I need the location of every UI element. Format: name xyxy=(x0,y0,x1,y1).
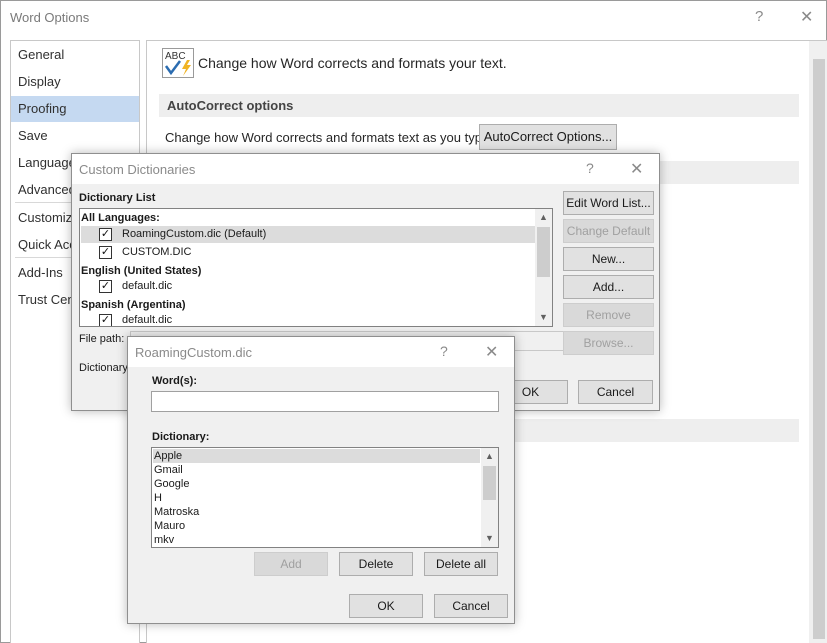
cancel-button[interactable]: Cancel xyxy=(434,594,508,618)
browse-button: Browse... xyxy=(563,331,654,355)
add-word-button: Add xyxy=(254,552,328,576)
list-item[interactable]: Google xyxy=(153,477,480,491)
scrollbar-thumb[interactable] xyxy=(813,59,825,639)
delete-word-button[interactable]: Delete xyxy=(339,552,413,576)
words-label: Word(s): xyxy=(152,375,198,387)
scroll-up-icon[interactable]: ▲ xyxy=(535,209,552,226)
dictionary-name: RoamingCustom.dic (Default) xyxy=(122,228,267,240)
scroll-down-icon[interactable]: ▼ xyxy=(535,309,552,326)
scroll-up-icon[interactable]: ▲ xyxy=(481,448,498,465)
scrollbar-thumb[interactable] xyxy=(537,227,550,277)
add-dictionary-button[interactable]: Add... xyxy=(563,275,654,299)
nav-item-display[interactable]: Display xyxy=(11,69,139,95)
help-icon[interactable]: ? xyxy=(440,343,448,359)
change-default-button: Change Default xyxy=(563,219,654,243)
autocorrect-options-button[interactable]: AutoCorrect Options... xyxy=(479,124,617,150)
nav-item-general[interactable]: General xyxy=(11,42,139,68)
list-item[interactable]: Matroska xyxy=(153,505,480,519)
list-item[interactable]: mkv xyxy=(153,533,480,547)
list-scrollbar[interactable]: ▲ ▼ xyxy=(481,448,498,547)
close-icon[interactable]: ✕ xyxy=(800,7,813,27)
dialog-titlebar: Custom Dictionaries ? ✕ xyxy=(72,154,659,184)
abc-check-icon: ABC xyxy=(162,48,194,78)
help-icon[interactable]: ? xyxy=(755,8,763,25)
dialog-title: Custom Dictionaries xyxy=(79,162,196,177)
group-label: English (United States) xyxy=(81,265,202,277)
group-label: All Languages: xyxy=(81,212,160,224)
dialog-title: RoamingCustom.dic xyxy=(135,345,253,360)
dictionary-name: default.dic xyxy=(122,280,173,292)
nav-item-save[interactable]: Save xyxy=(11,123,139,149)
window-title: Word Options xyxy=(10,10,90,25)
close-icon[interactable]: ✕ xyxy=(630,159,643,179)
cancel-button[interactable]: Cancel xyxy=(578,380,653,404)
ok-button[interactable]: OK xyxy=(349,594,423,618)
svg-text:ABC: ABC xyxy=(165,51,186,62)
file-path-label: File path: xyxy=(79,333,125,345)
scrollbar-thumb[interactable] xyxy=(483,466,496,500)
scroll-down-icon[interactable]: ▼ xyxy=(481,530,498,547)
autocorrect-label: Change how Word corrects and formats tex… xyxy=(165,130,493,145)
list-scrollbar[interactable]: ▲ ▼ xyxy=(535,209,552,326)
group-label: Spanish (Argentina) xyxy=(81,299,186,311)
autocorrect-section-header: AutoCorrect options xyxy=(159,94,799,117)
dictionary-name: default.dic xyxy=(122,314,173,326)
delete-all-button[interactable]: Delete all xyxy=(424,552,498,576)
dictionary-list[interactable]: All Languages: ✓ RoamingCustom.dic (Defa… xyxy=(79,208,553,327)
new-dictionary-button[interactable]: New... xyxy=(563,247,654,271)
dictionary-checkbox[interactable]: ✓ xyxy=(99,246,112,259)
dictionary-words-list[interactable]: Apple Gmail Google H Matroska Mauro mkv … xyxy=(151,447,499,548)
remove-dictionary-button: Remove xyxy=(563,303,654,327)
dictionary-checkbox[interactable]: ✓ xyxy=(99,314,112,326)
words-input[interactable] xyxy=(151,391,499,412)
list-item[interactable]: Apple xyxy=(153,449,480,463)
main-scrollbar[interactable] xyxy=(809,41,827,643)
dictionary-name: CUSTOM.DIC xyxy=(122,246,192,258)
dictionary-list-label: Dictionary List xyxy=(79,192,156,204)
list-group-header: All Languages: xyxy=(81,210,160,227)
edit-word-list-button[interactable]: Edit Word List... xyxy=(563,191,654,215)
list-item[interactable]: H xyxy=(153,491,480,505)
proofing-header: Change how Word corrects and formats you… xyxy=(198,55,507,71)
close-icon[interactable]: ✕ xyxy=(485,342,498,362)
list-item[interactable]: Mauro xyxy=(153,519,480,533)
help-icon[interactable]: ? xyxy=(586,160,594,176)
list-item[interactable]: ✓ RoamingCustom.dic (Default) xyxy=(81,226,535,243)
dictionary-checkbox[interactable]: ✓ xyxy=(99,280,112,293)
list-item[interactable]: Gmail xyxy=(153,463,480,477)
roaming-custom-dialog: RoamingCustom.dic ? ✕ Word(s): Dictionar… xyxy=(127,336,515,624)
nav-item-proofing[interactable]: Proofing xyxy=(11,96,139,122)
dialog-titlebar: RoamingCustom.dic ? ✕ xyxy=(128,337,514,367)
dictionary-label: Dictionary: xyxy=(152,431,210,443)
dictionary-language-label: Dictionary xyxy=(79,362,128,374)
dictionary-checkbox[interactable]: ✓ xyxy=(99,228,112,241)
